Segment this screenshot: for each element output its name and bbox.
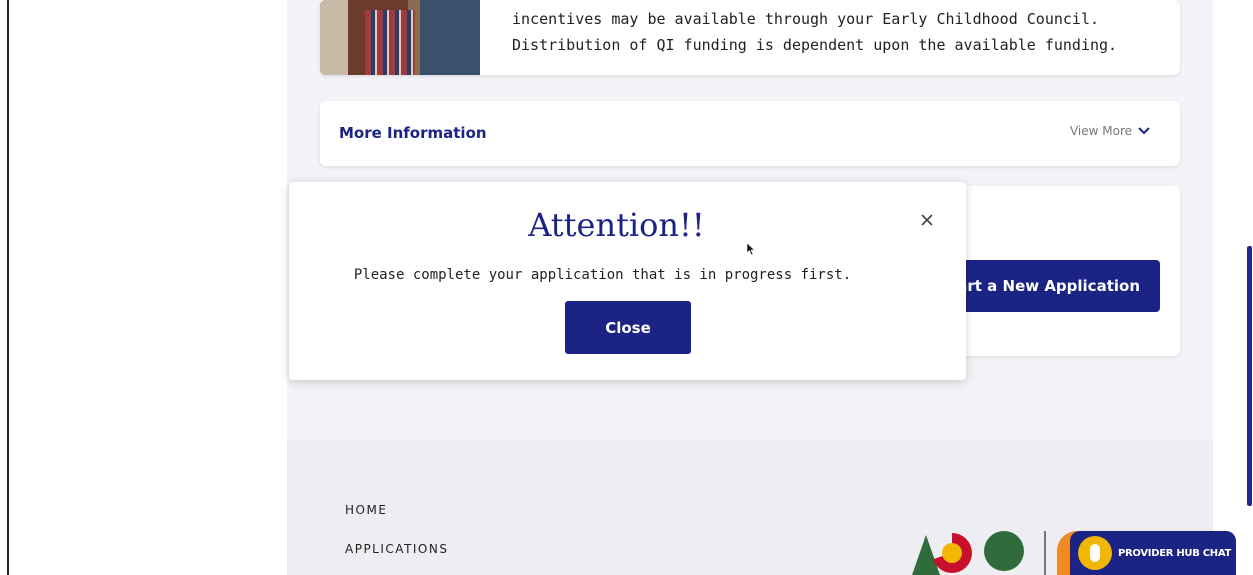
- close-icon[interactable]: [919, 212, 935, 228]
- footer-link-home[interactable]: HOME: [345, 503, 387, 517]
- modal-message: Please complete your application that is…: [353, 267, 852, 283]
- page-left-border: [7, 0, 9, 575]
- info-photo: [320, 0, 480, 75]
- provider-hub-chat-button[interactable]: PROVIDER HUB CHAT: [1070, 531, 1236, 575]
- attention-modal: Attention!! Please complete your applica…: [289, 182, 966, 380]
- modal-close-button[interactable]: Close: [565, 301, 691, 354]
- colorado-logo-icon: [932, 533, 972, 573]
- view-more-label: View More: [1069, 124, 1132, 138]
- more-information-card[interactable]: More Information View More: [320, 101, 1180, 166]
- info-text: incentives may be available through your…: [512, 10, 1118, 54]
- scrollbar-thumb[interactable]: [1247, 246, 1252, 506]
- footer-link-applications[interactable]: APPLICATIONS: [345, 542, 448, 556]
- modal-title: Attention!!: [528, 206, 705, 244]
- info-card: incentives may be available through your…: [320, 0, 1180, 75]
- cdec-logo-icon: [984, 531, 1024, 571]
- logo-divider: [1044, 531, 1046, 575]
- more-information-title: More Information: [339, 124, 487, 142]
- lightbulb-icon: [1078, 536, 1112, 570]
- chevron-down-icon: [1138, 127, 1150, 135]
- partner-logos: [912, 527, 1087, 575]
- chat-label: PROVIDER HUB CHAT: [1118, 547, 1232, 559]
- view-more-toggle[interactable]: View More: [1070, 124, 1150, 138]
- mouse-cursor-icon: [746, 242, 756, 256]
